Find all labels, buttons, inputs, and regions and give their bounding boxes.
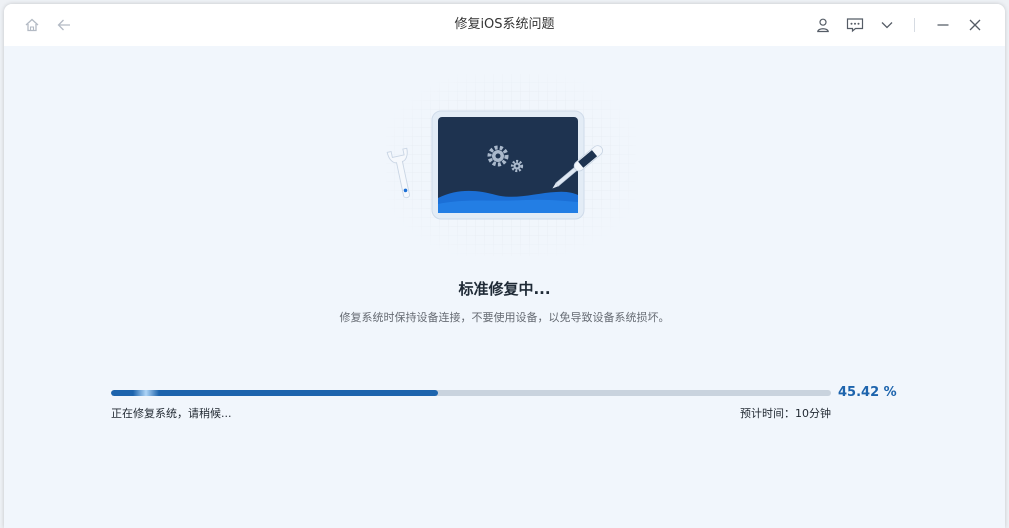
feedback-icon[interactable] — [845, 15, 865, 35]
app-window: 修复iOS系统问题 标准修复中... 修复系统时保持设备连接，不要使用设备，以免… — [4, 4, 1005, 528]
estimated-time: 预计时间：10分钟 — [740, 407, 831, 420]
titlebar-separator — [914, 18, 915, 32]
back-arrow-icon[interactable] — [54, 15, 74, 35]
title-bar: 修复iOS系统问题 — [4, 4, 1005, 46]
home-icon[interactable] — [22, 15, 42, 35]
repair-heading: 标准修复中... — [458, 280, 551, 298]
user-icon[interactable] — [813, 15, 833, 35]
dropdown-icon[interactable] — [877, 15, 897, 35]
progress-percent: 45.42 % — [838, 385, 897, 400]
repair-instructions: 修复系统时保持设备连接，不要使用设备，以免导致设备系统损坏。 — [339, 311, 670, 324]
minimize-icon[interactable] — [933, 15, 953, 35]
close-icon[interactable] — [965, 15, 985, 35]
progress-bar — [111, 390, 831, 396]
progress-status: 正在修复系统，请稍候... — [111, 407, 232, 420]
repair-illustration — [386, 74, 636, 256]
progress-fill — [111, 390, 439, 396]
